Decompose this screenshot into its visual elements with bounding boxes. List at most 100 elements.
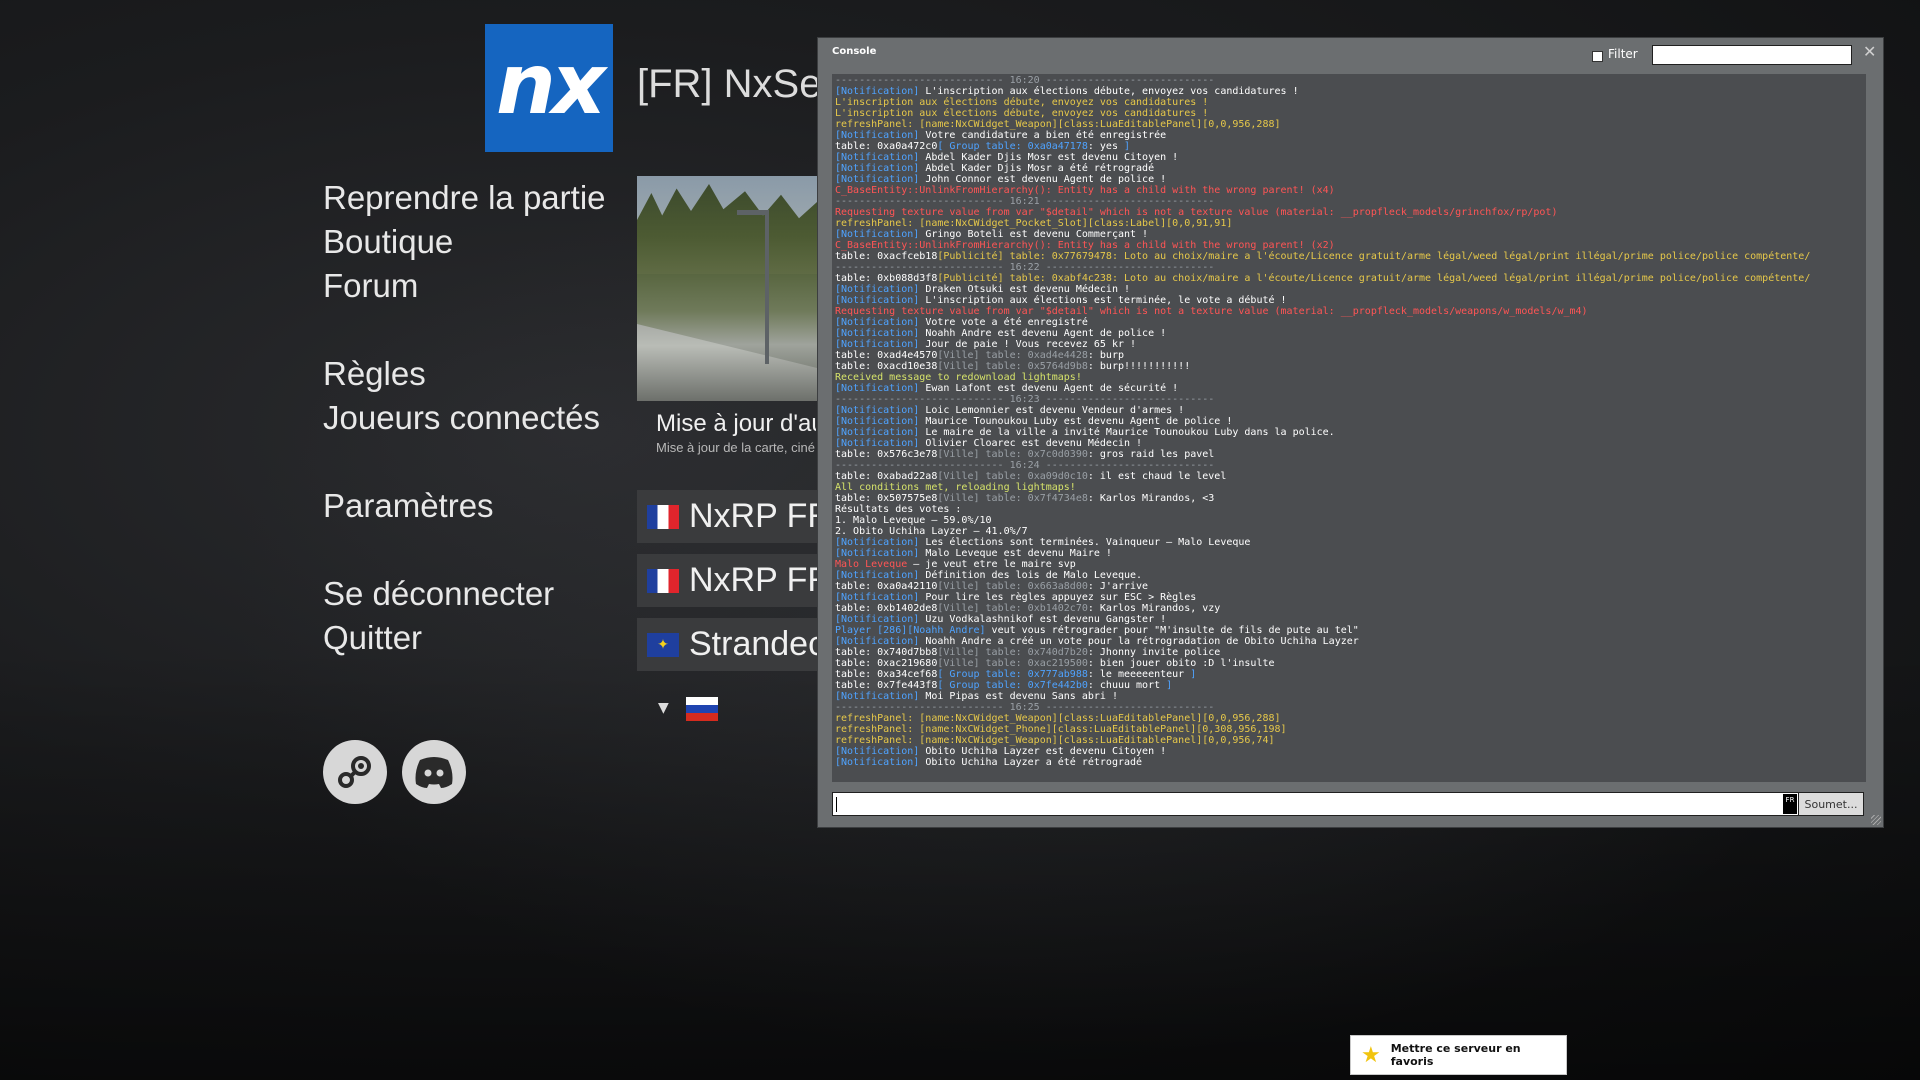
console-log-segment: : gros raid les pavel bbox=[1087, 449, 1215, 460]
console-log-line: table: 0xa34cef68[ Group table: 0x777ab9… bbox=[835, 669, 1866, 680]
console-log-segment: [Notification] bbox=[835, 328, 926, 339]
console-log-segment: refreshPanel: [name:NxCWidget_Weapon][cl… bbox=[835, 713, 1281, 724]
close-icon[interactable]: ✕ bbox=[1863, 42, 1876, 61]
console-log-segment: Uzu Vodkalashnikof est devenu Gangster ! bbox=[925, 614, 1167, 625]
console-log-segment: table: 0xad4e4570 bbox=[835, 350, 938, 361]
console-log-segment: L'inscription aux élections débute, envo… bbox=[835, 108, 1209, 119]
console-log-segment: Obito Uchiha Layzer a été rétrogradé bbox=[925, 757, 1143, 768]
console-log-line: [Notification] L'inscription aux électio… bbox=[835, 295, 1866, 306]
submit-button[interactable]: Soumet... bbox=[1798, 792, 1864, 816]
console-log-segment: [Notification] bbox=[835, 152, 926, 163]
console-log-segment: refreshPanel: [name:NxCWidget_Phone][cla… bbox=[835, 724, 1287, 735]
russia-flag-icon[interactable] bbox=[686, 697, 718, 721]
console-log-segment: ---------------------------- 16:25 -----… bbox=[835, 702, 1215, 713]
console-log-segment: Les élections sont terminées. Vainqueur … bbox=[925, 537, 1251, 548]
console-log-segment: Noahh Andre a créé un vote pour la rétro… bbox=[925, 636, 1359, 647]
menu-resume-game[interactable]: Reprendre la partie bbox=[323, 176, 606, 220]
filter-checkbox[interactable] bbox=[1592, 51, 1603, 62]
console-log-segment: [Notification] bbox=[835, 636, 926, 647]
console-log-segment: [Notification] bbox=[835, 438, 926, 449]
menu-rules[interactable]: Règles bbox=[323, 352, 606, 396]
steam-icon[interactable] bbox=[323, 740, 387, 804]
menu-quit[interactable]: Quitter bbox=[323, 616, 606, 660]
console-log-segment: table: 0xa34cef68 bbox=[835, 669, 938, 680]
server-button-3[interactable]: ✦ Strandec bbox=[637, 618, 817, 671]
console-log-line: C_BaseEntity::UnlinkFromHierarchy(): Ent… bbox=[835, 185, 1866, 196]
console-log-line: Malo Leveque — je veut etre le maire svp bbox=[835, 559, 1866, 570]
server-button-1[interactable]: NxRP FR bbox=[637, 490, 817, 543]
console-log-segment: : burp!!!!!!!!!!! bbox=[1087, 361, 1191, 372]
server-logo: nx bbox=[485, 24, 613, 152]
console-log-segment: [Ville] table: 0xad4e4428 bbox=[937, 350, 1088, 361]
console-log-segment: [Ville] table: 0x663a8d00 bbox=[937, 581, 1088, 592]
console-log-segment: [Notification] bbox=[835, 614, 926, 625]
console-command-input[interactable]: FR bbox=[832, 792, 1799, 816]
console-log-line: Received message to redownload lightmaps… bbox=[835, 372, 1866, 383]
console-log-line: All conditions met, reloading lightmaps! bbox=[835, 482, 1866, 493]
console-log-segment: [Notification] bbox=[835, 757, 926, 768]
console-log-line: table: 0x576c3e78[Ville] table: 0x7c0d03… bbox=[835, 449, 1866, 460]
console-log-segment: [Ville] table: 0x7f4734e8 bbox=[937, 493, 1088, 504]
console-log-line: [Notification] Maurice Tounoukou Luby es… bbox=[835, 416, 1866, 427]
console-log-segment: : chuuu mort bbox=[1087, 680, 1167, 691]
console-window[interactable]: Console Filter ✕ -----------------------… bbox=[817, 37, 1884, 828]
language-dropdown-arrow[interactable]: ▼ bbox=[658, 700, 669, 716]
console-log-segment: [Notification] bbox=[835, 570, 926, 581]
console-log-segment: [Ville] table: 0xa09d0c10 bbox=[937, 471, 1088, 482]
console-log-segment: [Ville] table: 0xb1402c70 bbox=[937, 603, 1088, 614]
logo-text: nx bbox=[496, 35, 606, 133]
console-log-segment: : Karlos Mirandos, <3 bbox=[1087, 493, 1215, 504]
console-log-segment: Malo Leveque est devenu Maire ! bbox=[925, 548, 1112, 559]
console-log-segment: [Publicité] table: 0x77679478: Loto au c… bbox=[937, 251, 1811, 262]
console-log-segment: C_BaseEntity::UnlinkFromHierarchy(): Ent… bbox=[835, 185, 1335, 196]
news-title[interactable]: Mise à jour d'au bbox=[656, 410, 816, 438]
console-log-segment: ] bbox=[1124, 141, 1131, 152]
console-log-segment: 1. Malo Leveque — 59.0%/10 bbox=[835, 515, 992, 526]
console-log-line: table: 0xad4e4570[Ville] table: 0xad4e44… bbox=[835, 350, 1866, 361]
filter-label: Filter bbox=[1608, 47, 1638, 61]
server-label: NxRP FR bbox=[689, 497, 817, 535]
france-flag-icon bbox=[647, 568, 679, 593]
favorite-server-button[interactable]: ★ Mettre ce serveur en favoris bbox=[1350, 1035, 1567, 1075]
console-log-line: [Notification] Votre candidature a bien … bbox=[835, 130, 1866, 141]
console-log-segment: [Notification] bbox=[835, 295, 926, 306]
menu-forum[interactable]: Forum bbox=[323, 264, 606, 308]
menu-settings[interactable]: Paramètres bbox=[323, 484, 606, 528]
console-log-line: [Notification] Loic Lemonnier est devenu… bbox=[835, 405, 1866, 416]
console-log-segment: ---------------------------- 16:21 -----… bbox=[835, 196, 1215, 207]
console-log[interactable]: ---------------------------- 16:20 -----… bbox=[832, 74, 1866, 782]
console-log-line: refreshPanel: [name:NxCWidget_Weapon][cl… bbox=[835, 713, 1866, 724]
console-log-line: L'inscription aux élections débute, envo… bbox=[835, 97, 1866, 108]
menu-shop[interactable]: Boutique bbox=[323, 220, 606, 264]
console-log-line: table: 0x7fe443f8[ Group table: 0x7fe442… bbox=[835, 680, 1866, 691]
console-log-line: [Notification] Malo Leveque est devenu M… bbox=[835, 548, 1866, 559]
console-log-line: ---------------------------- 16:20 -----… bbox=[835, 75, 1866, 86]
console-log-segment: Maurice Tounoukou Luby est devenu Agent … bbox=[925, 416, 1233, 427]
console-log-segment: [ Group table: 0x7fe442b0 bbox=[937, 680, 1088, 691]
menu-connected-players[interactable]: Joueurs connectés bbox=[323, 396, 606, 440]
console-log-line: refreshPanel: [name:NxCWidget_Phone][cla… bbox=[835, 724, 1866, 735]
console-log-segment: [Notification] bbox=[835, 284, 926, 295]
console-log-segment: Votre vote a été enregistré bbox=[925, 317, 1088, 328]
filter-input[interactable] bbox=[1652, 45, 1852, 65]
console-log-segment: ---------------------------- 16:24 -----… bbox=[835, 460, 1215, 471]
france-flag-icon bbox=[647, 504, 679, 529]
console-log-segment: [Ville] table: 0x7c0d0390 bbox=[937, 449, 1088, 460]
console-log-segment: Ewan Lafont est devenu Agent de sécurité… bbox=[925, 383, 1179, 394]
console-log-segment: L'inscription aux élections débute, envo… bbox=[925, 86, 1299, 97]
console-log-segment: table: 0xb088d3f8 bbox=[835, 273, 938, 284]
news-image[interactable] bbox=[637, 176, 817, 401]
console-log-line: Requesting texture value from var "$deta… bbox=[835, 306, 1866, 317]
text-caret bbox=[836, 797, 837, 812]
menu-disconnect[interactable]: Se déconnecter bbox=[323, 572, 606, 616]
console-log-segment: [Notification] bbox=[835, 746, 926, 757]
console-log-line: [Notification] Gringo Boteli est devenu … bbox=[835, 229, 1866, 240]
server-button-2[interactable]: NxRP FR bbox=[637, 554, 817, 607]
console-log-line: ---------------------------- 16:24 -----… bbox=[835, 460, 1866, 471]
console-log-segment: refreshPanel: [name:NxCWidget_Weapon][cl… bbox=[835, 735, 1275, 746]
news-subtitle: Mise à jour de la carte, ciné bbox=[656, 440, 815, 455]
console-log-line: [Notification] Moi Pipas est devenu Sans… bbox=[835, 691, 1866, 702]
console-log-segment: [Ville] table: 0xac219500 bbox=[937, 658, 1088, 669]
discord-icon[interactable] bbox=[402, 740, 466, 804]
resize-grip-icon[interactable] bbox=[1871, 815, 1881, 825]
